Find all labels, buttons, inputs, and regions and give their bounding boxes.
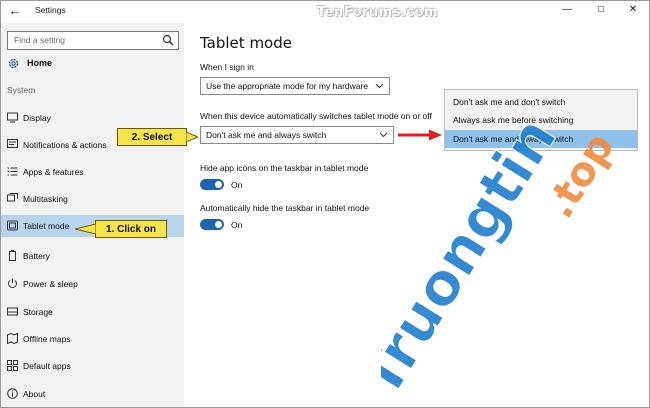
hide-icons-state: On <box>231 180 243 190</box>
display-icon <box>7 112 18 123</box>
section-header: System <box>7 85 36 95</box>
page-title: Tablet mode <box>200 34 292 52</box>
window-title: Settings <box>35 5 66 15</box>
truongtin-logo-watermark: Truongtin .top <box>381 105 623 408</box>
toggle-knob <box>215 221 222 228</box>
home-label: Home <box>27 58 53 68</box>
map-icon <box>7 333 18 344</box>
back-arrow-icon[interactable]: ← <box>7 3 23 19</box>
chevron-down-icon <box>375 83 384 89</box>
signin-value: Use the appropriate mode for my hardware <box>206 81 369 91</box>
notifications-icon <box>7 139 18 148</box>
hide-icons-label: Hide app icons on the taskbar in tablet … <box>200 163 369 173</box>
maximize-button[interactable]: □ <box>585 1 617 21</box>
search-icon <box>162 34 174 46</box>
hide-taskbar-state: On <box>231 220 243 230</box>
search-input[interactable]: Find a setting <box>7 31 179 50</box>
switch-dropdown[interactable]: Don't ask me and always switch <box>200 126 394 144</box>
gear-icon <box>8 58 19 69</box>
storage-icon <box>7 307 18 316</box>
close-button[interactable]: ✕ <box>617 1 649 21</box>
tenforums-watermark: TenForums.com <box>317 5 439 20</box>
sidebar-item-label: Offline maps <box>23 334 71 344</box>
sidebar-item-multitasking[interactable]: Multitasking <box>1 188 184 210</box>
default-apps-icon <box>7 360 18 371</box>
hide-icons-toggle[interactable] <box>200 179 224 190</box>
sidebar-item-default-apps[interactable]: Default apps <box>1 355 184 377</box>
sidebar-item-label: About <box>23 389 46 399</box>
sidebar-item-label: Default apps <box>23 361 71 371</box>
sidebar-item-storage[interactable]: Storage <box>1 301 184 323</box>
sidebar-item-label: Notifications & actions <box>23 140 107 150</box>
sidebar-item-label: Display <box>23 113 51 123</box>
toggle-knob <box>215 181 222 188</box>
tablet-icon <box>7 220 18 231</box>
callout-pointer-icon <box>186 132 198 142</box>
power-icon <box>8 278 17 289</box>
hide-taskbar-toggle[interactable] <box>200 219 224 230</box>
switch-value: Don't ask me and always switch <box>206 130 327 140</box>
minimize-button[interactable]: — <box>551 1 583 21</box>
sidebar-item-about[interactable]: About <box>1 383 184 405</box>
title-bar: ← Settings TenForums.com — □ ✕ <box>1 1 649 23</box>
sidebar-item-power[interactable]: Power & sleep <box>1 273 184 295</box>
callout-pointer-icon <box>75 224 96 234</box>
sidebar: Find a setting Home System Display Notif… <box>1 23 184 407</box>
select-callout: 2. Select <box>117 128 187 146</box>
hide-taskbar-label: Automatically hide the taskbar in tablet… <box>200 203 370 213</box>
svg-text:Truongtin: Truongtin <box>381 106 570 408</box>
search-placeholder: Find a setting <box>14 35 66 45</box>
info-icon <box>7 388 18 399</box>
sidebar-item-label: Storage <box>23 307 53 317</box>
sidebar-item-label: Apps & features <box>23 167 84 177</box>
settings-window: ← Settings TenForums.com — □ ✕ Find a se… <box>0 0 650 408</box>
sidebar-item-display[interactable]: Display <box>1 107 184 129</box>
sidebar-item-battery[interactable]: Battery <box>1 245 184 267</box>
sidebar-item-apps[interactable]: Apps & features <box>1 161 184 183</box>
battery-icon <box>9 250 16 261</box>
signin-label: When I sign in <box>200 62 254 72</box>
sidebar-item-offline-maps[interactable]: Offline maps <box>1 328 184 350</box>
signin-dropdown[interactable]: Use the appropriate mode for my hardware <box>200 77 390 95</box>
sidebar-item-label: Power & sleep <box>23 279 78 289</box>
multitasking-icon <box>7 193 18 202</box>
click-on-callout: 1. Click on <box>95 220 167 238</box>
sidebar-item-label: Battery <box>23 251 50 261</box>
apps-icon <box>7 167 18 176</box>
sidebar-item-label: Tablet mode <box>23 221 70 231</box>
sidebar-item-label: Multitasking <box>23 194 68 204</box>
